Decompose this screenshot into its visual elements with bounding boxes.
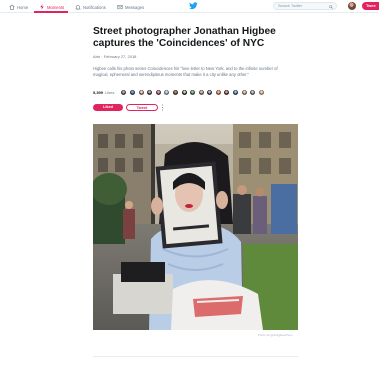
nav-messages-label: Messages (125, 4, 145, 10)
liker-avatar[interactable] (120, 88, 128, 96)
envelope-icon (117, 5, 123, 10)
nav-notifications-label: Notifications (83, 4, 106, 10)
liker-avatars (120, 88, 266, 96)
likes-count[interactable]: 5,399 (93, 90, 103, 95)
lightning-icon (40, 4, 44, 10)
moment-date: February 27, 2018 (103, 54, 137, 59)
likes-label: Likes (105, 89, 115, 95)
nav-messages[interactable]: Messages (117, 2, 144, 12)
moment-description: Higbee calls his photo series Coincidenc… (93, 66, 278, 78)
moment-title: Street photographer Jonathan Higbee capt… (93, 26, 276, 49)
nav-moments-label: Moments (47, 4, 65, 10)
moment-category[interactable]: Arts (93, 54, 100, 59)
liker-avatar[interactable] (137, 88, 145, 96)
liker-avatar[interactable] (180, 88, 188, 96)
twitter-bird-icon[interactable] (189, 2, 198, 10)
nav-home-label: Home (17, 4, 29, 10)
search-icon (329, 4, 333, 9)
active-tab-indicator (34, 11, 68, 13)
moment-meta: Arts · February 27, 2018 (93, 54, 136, 59)
tweet-moment-button[interactable]: Tweet (126, 104, 158, 111)
liker-avatar[interactable] (232, 88, 240, 96)
street-photo-illustration (93, 124, 298, 330)
photo-credit: Photo via @JHiggbeePhoto (258, 333, 293, 337)
liker-avatar[interactable] (214, 88, 222, 96)
liker-avatar[interactable] (240, 88, 248, 96)
liker-avatar[interactable] (249, 88, 257, 96)
home-icon (9, 4, 15, 10)
liker-avatar[interactable] (128, 88, 136, 96)
search-placeholder: Search Twitter (278, 4, 303, 8)
liker-avatar[interactable] (171, 88, 179, 96)
likes-row: 5,399 Likes (93, 88, 266, 96)
liker-avatar[interactable] (163, 88, 171, 96)
liker-avatar[interactable] (223, 88, 231, 96)
liked-button[interactable]: Liked (93, 104, 123, 111)
nav-home[interactable]: Home (9, 2, 28, 12)
divider (93, 356, 298, 357)
liker-avatar[interactable] (197, 88, 205, 96)
compose-tweet-button[interactable]: Twee (362, 2, 379, 10)
liker-avatar[interactable] (154, 88, 162, 96)
moment-photo[interactable] (93, 124, 298, 330)
more-options-icon[interactable] (161, 104, 164, 111)
top-nav: Home Moments Notifications Messages Sear… (0, 0, 379, 13)
nav-notifications[interactable]: Notifications (75, 2, 106, 12)
liker-avatar[interactable] (189, 88, 197, 96)
user-avatar[interactable] (348, 2, 356, 10)
liker-avatar[interactable] (257, 88, 265, 96)
search-input[interactable]: Search Twitter (273, 2, 337, 10)
liker-avatar[interactable] (146, 88, 154, 96)
bell-icon (75, 5, 81, 10)
liker-avatar[interactable] (206, 88, 214, 96)
